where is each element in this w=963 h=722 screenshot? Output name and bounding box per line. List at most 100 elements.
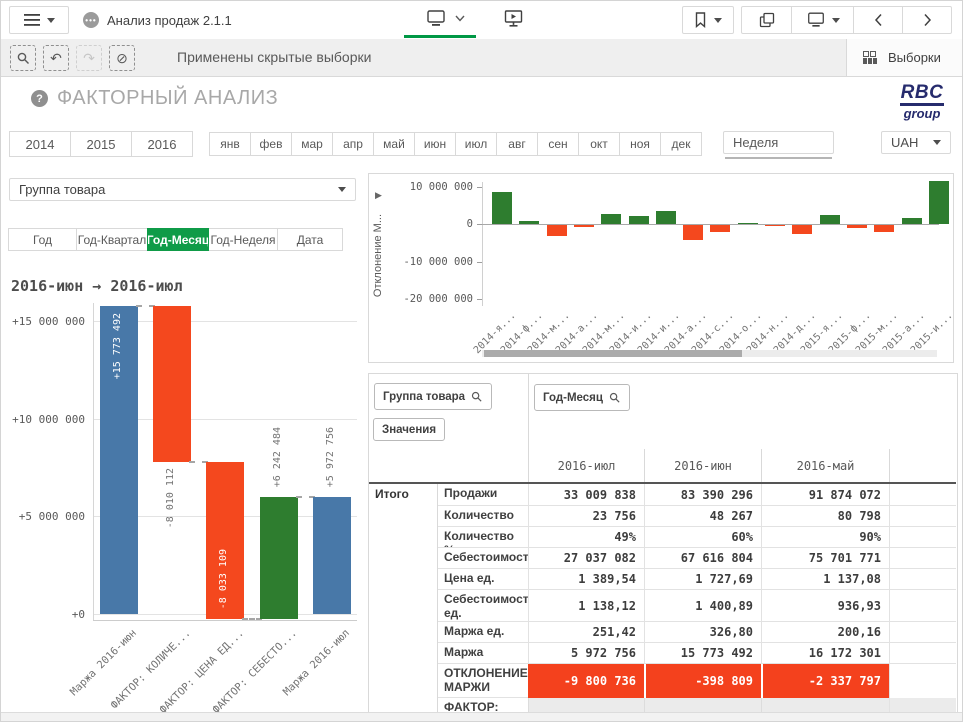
deviation-bar[interactable]: [929, 181, 949, 225]
waterfall-bar[interactable]: [313, 497, 351, 614]
bar-value-label: +6 242 484: [272, 427, 286, 487]
deviation-bar[interactable]: [765, 225, 785, 226]
pivot-coldim-button[interactable]: Год-Месяц: [534, 384, 630, 411]
month-button[interactable]: авг: [496, 132, 538, 156]
chevron-down-icon: [832, 18, 840, 23]
deviation-bar[interactable]: [629, 216, 649, 224]
sheet-icon: [806, 12, 826, 28]
deviation-bar[interactable]: [874, 225, 894, 232]
pivot-values-button[interactable]: Значения: [373, 418, 445, 441]
bar-value-label: +5 972 756: [325, 427, 339, 487]
pivot-row-label[interactable]: Количество %: [438, 527, 528, 548]
month-button[interactable]: дек: [660, 132, 702, 156]
pivot-row-label[interactable]: Маржа: [438, 643, 528, 664]
deviation-bar[interactable]: [519, 221, 539, 224]
selections-back-button[interactable]: ↶: [43, 45, 69, 71]
pivot-value-cell: 75 701 771: [761, 548, 889, 569]
hamburger-icon: [24, 14, 40, 26]
deviation-bar[interactable]: [574, 225, 594, 227]
app-icon[interactable]: •••: [83, 12, 99, 28]
y-tick-label: +0: [9, 608, 85, 621]
deviation-chart: ▶Отклонение М...10 000 0000-10 000 000-2…: [368, 173, 954, 363]
waterfall-bar[interactable]: [260, 497, 298, 619]
duplicate-sheet-button[interactable]: [742, 7, 791, 33]
deviation-bar[interactable]: [683, 225, 703, 240]
deviation-bar[interactable]: [547, 225, 567, 236]
help-icon[interactable]: ?: [31, 90, 48, 107]
year-button[interactable]: 2014: [9, 131, 71, 157]
selections-search-button[interactable]: [10, 45, 36, 71]
clear-selections-button[interactable]: ⊘: [109, 45, 135, 71]
period-tab-4[interactable]: Год-Неделя: [208, 228, 278, 251]
selections-panel-button[interactable]: Выборки: [846, 39, 963, 76]
bookmarks-button[interactable]: [682, 6, 734, 34]
pivot-value-cell: 90%: [761, 527, 889, 548]
pivot-table: Группа товара Значения Год-Месяц 2016-ию…: [368, 373, 958, 713]
sheet-list-button[interactable]: [791, 7, 853, 33]
week-listbox-scrollbar[interactable]: [725, 157, 832, 159]
bookmark-icon: [694, 12, 707, 28]
pivot-value-cell: 15 773 492: [644, 643, 761, 664]
pivot-row-label[interactable]: Маржа ед.: [438, 622, 528, 643]
deviation-bar[interactable]: [847, 225, 867, 228]
month-button[interactable]: апр: [332, 132, 374, 156]
year-button[interactable]: 2015: [70, 131, 132, 157]
deviation-bar[interactable]: [656, 211, 676, 224]
deviation-bar[interactable]: [820, 215, 840, 224]
month-button[interactable]: окт: [578, 132, 620, 156]
week-listbox[interactable]: Неделя: [723, 131, 834, 154]
selections-forward-button[interactable]: ↷: [76, 45, 102, 71]
chevron-left-icon: [874, 13, 883, 27]
pivot-row-label[interactable]: ОТКЛОНЕНИЕ МАРЖИ: [438, 664, 528, 698]
pivot-row-label[interactable]: Продажи: [438, 484, 528, 506]
month-button[interactable]: фев: [250, 132, 292, 156]
pivot-dim-button[interactable]: Группа товара: [374, 383, 492, 410]
search-icon: [609, 392, 621, 404]
pivot-value-cell: -2 337 797: [761, 664, 889, 698]
month-button[interactable]: июн: [414, 132, 456, 156]
deviation-bar[interactable]: [601, 214, 621, 224]
pivot-value-cell: 1 400,89: [644, 590, 761, 622]
month-button[interactable]: мар: [291, 132, 333, 156]
pivot-total-cell[interactable]: Итого: [369, 484, 438, 712]
period-tab-2[interactable]: Год-Квартал: [76, 228, 148, 251]
prev-sheet-button[interactable]: [853, 7, 902, 33]
pivot-column-header[interactable]: 2016-июн: [644, 449, 761, 482]
pivot-column-header[interactable]: 2016-июл: [528, 449, 644, 482]
month-button[interactable]: янв: [209, 132, 251, 156]
period-tab-3[interactable]: Год-Месяц: [147, 228, 209, 251]
sheet-nav-button[interactable]: [425, 10, 465, 27]
period-tab-1[interactable]: Год: [8, 228, 77, 251]
month-button[interactable]: май: [373, 132, 415, 156]
period-tab-5[interactable]: Дата: [277, 228, 343, 251]
pivot-row-label[interactable]: ФАКТОР:: [438, 698, 528, 713]
currency-dropdown[interactable]: UAH: [881, 131, 951, 154]
chevron-down-icon: [338, 187, 346, 192]
deviation-bar[interactable]: [902, 218, 922, 224]
waterfall-bar[interactable]: [153, 306, 191, 463]
deviation-bar[interactable]: [710, 225, 730, 232]
month-button[interactable]: ноя: [619, 132, 661, 156]
pivot-row-label[interactable]: Себестоимость ед.: [438, 590, 528, 622]
month-button[interactable]: сен: [537, 132, 579, 156]
deviation-bar[interactable]: [738, 223, 758, 224]
h-scrollbar-thumb[interactable]: [484, 350, 742, 357]
pivot-row-label[interactable]: Себестоимость: [438, 548, 528, 569]
pivot-row-label[interactable]: Количество: [438, 506, 528, 527]
search-icon: [17, 52, 30, 65]
pivot-column-header[interactable]: 2016-май: [761, 449, 889, 482]
year-button[interactable]: 2016: [131, 131, 193, 157]
chevron-down-icon: [47, 18, 55, 23]
deviation-bar[interactable]: [492, 192, 512, 224]
deviation-bar[interactable]: [792, 225, 812, 234]
pivot-value-cell: [528, 698, 644, 713]
pivot-value-cell: 33 009 838: [528, 484, 644, 506]
presentation-button[interactable]: [504, 10, 523, 33]
month-button[interactable]: июл: [455, 132, 497, 156]
chevron-down-icon: [933, 140, 941, 145]
dimension-dropdown[interactable]: Группа товара: [9, 178, 356, 201]
main-menu-button[interactable]: [9, 6, 69, 34]
pivot-row-label[interactable]: Цена ед.: [438, 569, 528, 590]
pivot-value-cell: -398 809: [644, 664, 761, 698]
next-sheet-button[interactable]: [902, 7, 951, 33]
